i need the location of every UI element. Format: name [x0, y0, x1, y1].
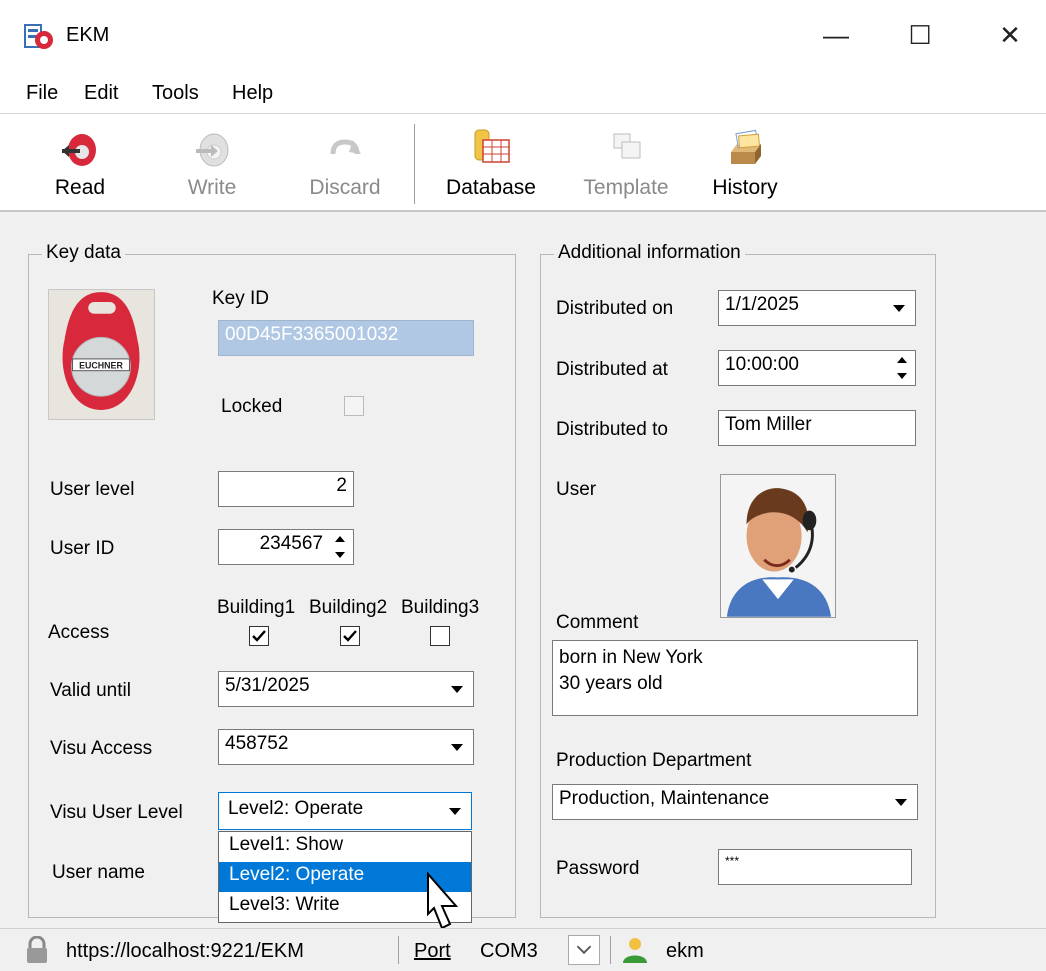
history-button[interactable]: History: [700, 120, 790, 208]
distributed-at-label: Distributed at: [556, 359, 668, 380]
server-url: https://localhost:9221/EKM: [66, 940, 304, 962]
dropdown-arrow-icon: [895, 799, 907, 806]
discard-button[interactable]: Discard: [300, 120, 390, 208]
user-headset-photo-icon: [721, 475, 835, 617]
dropdown-arrow-icon: [451, 686, 463, 693]
write-label: Write: [187, 176, 237, 199]
menu-edit[interactable]: Edit: [84, 82, 118, 105]
comment-label: Comment: [556, 612, 639, 633]
production-department-dropdown[interactable]: Production, Maintenance: [552, 784, 918, 820]
option-level1[interactable]: Level1: Show: [219, 832, 471, 862]
user-photo-label: User: [556, 479, 597, 500]
building1-label: Building1: [217, 597, 296, 618]
port-value: COM3: [480, 940, 538, 962]
transponder-key-icon: EUCHNER: [62, 292, 140, 410]
visu-user-level-label: Visu User Level: [50, 802, 183, 823]
production-department-label: Production Department: [556, 750, 752, 771]
visu-user-level-value: Level2: Operate: [228, 798, 364, 819]
spin-arrows-icon[interactable]: [333, 533, 347, 561]
key-id-label: Key ID: [212, 288, 270, 309]
building3-checkbox[interactable]: [430, 626, 450, 646]
user-level-field[interactable]: 2: [218, 471, 354, 507]
comment-line-2: 30 years old: [559, 673, 663, 694]
checkmark-icon: [343, 630, 357, 642]
port-label[interactable]: Port: [414, 940, 451, 963]
maximize-button[interactable]: ☐: [890, 14, 950, 56]
discard-label: Discard: [309, 176, 381, 199]
dropdown-arrow-icon: [451, 744, 463, 751]
user-level-label: User level: [50, 479, 135, 500]
dropdown-arrow-icon: [449, 808, 461, 815]
building2-checkbox[interactable]: [340, 626, 360, 646]
chevron-down-icon: [576, 945, 592, 955]
user-photo[interactable]: [720, 474, 836, 618]
visu-access-label: Visu Access: [50, 738, 153, 759]
checkmark-icon: [252, 630, 266, 642]
discard-icon: [330, 139, 361, 155]
visu-access-dropdown[interactable]: 458752: [218, 729, 474, 765]
key-image: EUCHNER: [48, 289, 155, 420]
port-dropdown-button[interactable]: [568, 935, 600, 965]
visu-access-value: 458752: [225, 733, 289, 754]
building3-label: Building3: [401, 597, 480, 618]
write-key-icon: [196, 133, 229, 167]
template-label: Template: [583, 176, 669, 199]
password-field[interactable]: ***: [718, 849, 912, 885]
template-icon: [613, 133, 641, 159]
toolbar-separator: [414, 124, 415, 204]
production-department-value: Production, Maintenance: [559, 788, 770, 809]
menu-help[interactable]: Help: [232, 82, 273, 105]
close-button[interactable]: ✕: [980, 14, 1040, 56]
ekm-app-icon: [24, 24, 53, 49]
template-button[interactable]: Template: [570, 120, 682, 208]
distributed-at-value: 10:00:00: [725, 354, 799, 375]
lock-icon: [27, 936, 47, 963]
user-icon: [623, 938, 647, 963]
distributed-to-label: Distributed to: [556, 419, 668, 440]
key-id-field[interactable]: 00D45F3365001032: [218, 320, 474, 356]
distributed-on-value: 1/1/2025: [725, 294, 799, 315]
database-button[interactable]: Database: [436, 120, 546, 208]
distributed-on-date-picker[interactable]: 1/1/2025: [718, 290, 916, 326]
spin-arrows-icon[interactable]: [895, 354, 909, 382]
access-label: Access: [48, 622, 110, 643]
database-label: Database: [446, 176, 536, 199]
status-separator: [610, 936, 611, 964]
user-id-label: User ID: [50, 538, 115, 559]
locked-checkbox[interactable]: [344, 396, 364, 416]
password-label: Password: [556, 858, 640, 879]
history-cardbox-icon: [731, 129, 761, 164]
read-key-icon: [62, 134, 96, 166]
comment-line-1: born in New York: [559, 647, 703, 668]
user-name-label: User name: [52, 862, 145, 883]
status-separator: [398, 936, 399, 964]
read-button[interactable]: Read: [44, 120, 116, 208]
valid-until-label: Valid until: [50, 680, 131, 701]
window-title: EKM: [66, 24, 110, 46]
locked-label: Locked: [221, 396, 283, 417]
user-id-spinner[interactable]: 234567: [218, 529, 354, 565]
building2-label: Building2: [309, 597, 388, 618]
valid-until-date-picker[interactable]: 5/31/2025: [218, 671, 474, 707]
menu-file[interactable]: File: [26, 82, 58, 105]
distributed-on-label: Distributed on: [556, 298, 674, 319]
distributed-to-field[interactable]: Tom Miller: [718, 410, 916, 446]
valid-until-value: 5/31/2025: [225, 675, 310, 696]
key-brand-text: EUCHNER: [79, 361, 123, 371]
additional-info-title: Additional information: [554, 242, 745, 264]
dropdown-arrow-icon: [893, 305, 905, 312]
building1-checkbox[interactable]: [249, 626, 269, 646]
write-button[interactable]: Write: [172, 120, 252, 208]
database-table-icon: [474, 129, 510, 163]
logged-in-user: ekm: [666, 940, 704, 962]
visu-user-level-dropdown[interactable]: Level2: Operate: [218, 792, 472, 830]
key-data-title: Key data: [42, 242, 125, 264]
minimize-button[interactable]: —: [806, 14, 866, 56]
comment-textarea[interactable]: born in New York 30 years old: [552, 640, 918, 716]
user-id-value: 234567: [259, 533, 323, 554]
distributed-at-time-picker[interactable]: 10:00:00: [718, 350, 916, 386]
history-label: History: [712, 176, 778, 199]
read-label: Read: [54, 176, 106, 199]
menu-tools[interactable]: Tools: [152, 82, 199, 105]
